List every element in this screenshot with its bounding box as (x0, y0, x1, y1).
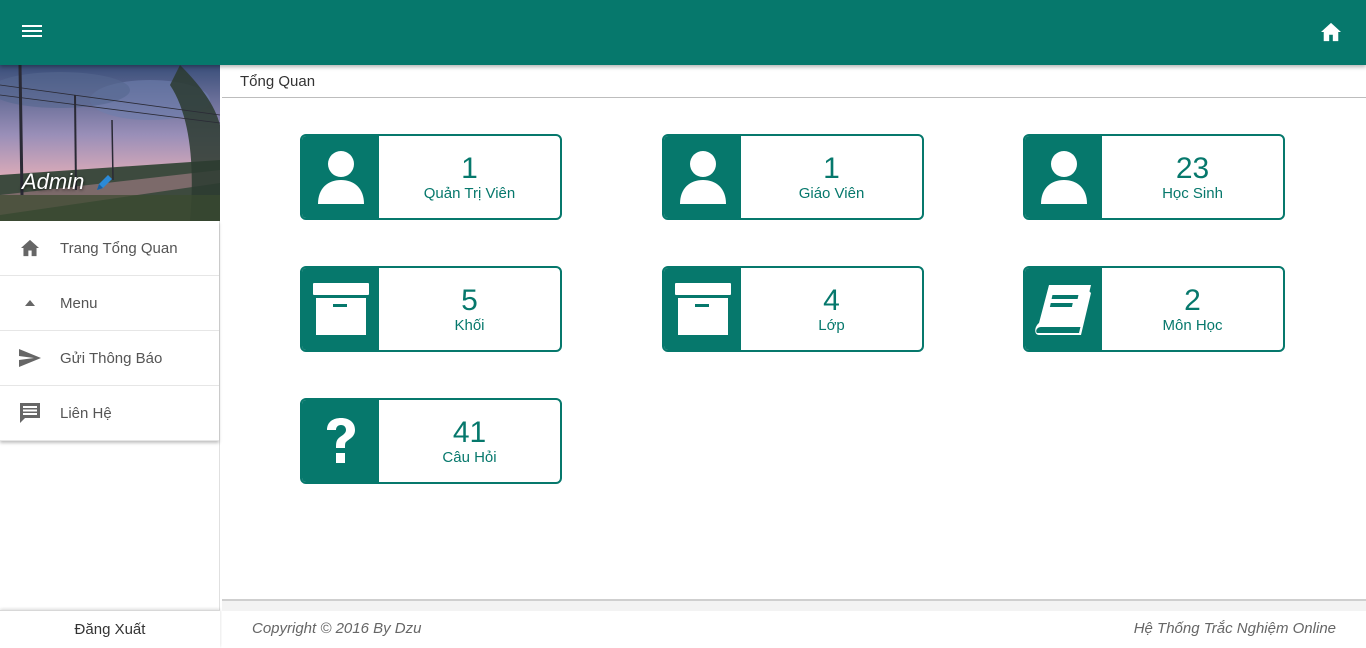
user-icon (1025, 136, 1102, 218)
stat-label: Lớp (818, 317, 845, 334)
stat-value: 1 (461, 152, 478, 185)
chat-icon (0, 403, 60, 423)
archive-icon (302, 268, 379, 350)
stat-card-grades[interactable]: 5 Khối (300, 266, 562, 352)
user-icon (664, 136, 741, 218)
sidebar-item-label: Trang Tổng Quan (60, 239, 178, 257)
home-icon (0, 239, 60, 257)
sidebar-item-label: Gửi Thông Báo (60, 349, 163, 367)
stat-card-questions[interactable]: 41 Câu Hỏi (300, 398, 562, 484)
stat-label: Khối (454, 317, 485, 334)
stat-label: Môn Học (1162, 317, 1223, 334)
logout-button[interactable]: Đăng Xuất (0, 610, 220, 648)
stat-value: 5 (461, 284, 478, 317)
system-name: Hệ Thống Trắc Nghiệm Online (1133, 620, 1336, 637)
stat-card-teachers[interactable]: 1 Giáo Viên (662, 134, 924, 220)
sidebar-item-label: Liên Hệ (60, 404, 112, 422)
stat-card-students[interactable]: 23 Học Sinh (1023, 134, 1285, 220)
stat-value: 2 (1184, 284, 1201, 317)
sidebar-item-send-notification[interactable]: Gửi Thông Báo (0, 331, 219, 386)
profile-banner: Admin (0, 65, 220, 221)
breadcrumb: Tổng Quan (222, 65, 1366, 98)
stat-card-admins[interactable]: 1 Quản Trị Viên (300, 134, 562, 220)
stat-card-subjects[interactable]: 2 Môn Học (1023, 266, 1285, 352)
footer: Copyright © 2016 By Dzu Hệ Thống Trắc Ng… (222, 611, 1366, 648)
sidebar-nav: Trang Tổng Quan Menu Gửi Thông Báo Liên … (0, 221, 219, 441)
pencil-icon[interactable] (94, 173, 114, 193)
user-icon (302, 136, 379, 218)
archive-icon (664, 268, 741, 350)
sidebar-item-dashboard[interactable]: Trang Tổng Quan (0, 221, 219, 276)
stat-label: Câu Hỏi (442, 449, 497, 466)
sidebar-item-label: Menu (60, 294, 98, 312)
home-icon[interactable] (1320, 22, 1342, 44)
content-bottom-divider (222, 599, 1366, 611)
question-icon (302, 400, 379, 482)
stat-label: Quản Trị Viên (423, 185, 516, 202)
profile-name: Admin (22, 169, 85, 194)
stat-value: 23 (1175, 152, 1210, 185)
page-title: Tổng Quan (240, 73, 316, 90)
stat-value: 41 (452, 416, 487, 449)
sidebar: Admin Trang Tổng Quan Menu Gửi Thông Báo (0, 65, 220, 648)
send-icon (0, 349, 60, 367)
stat-value: 1 (823, 152, 840, 185)
top-app-bar (0, 0, 1366, 65)
stat-value: 4 (823, 284, 840, 317)
caret-up-icon (0, 300, 60, 306)
hamburger-icon[interactable] (20, 22, 44, 44)
stat-card-classes[interactable]: 4 Lớp (662, 266, 924, 352)
sidebar-item-contact[interactable]: Liên Hệ (0, 386, 219, 441)
stat-label: Giáo Viên (798, 185, 865, 202)
profile-background-image (0, 65, 220, 221)
sidebar-item-menu[interactable]: Menu (0, 276, 219, 331)
book-icon (1025, 268, 1102, 350)
stat-label: Học Sinh (1162, 185, 1223, 202)
copyright-text: Copyright © 2016 By Dzu (252, 620, 422, 637)
